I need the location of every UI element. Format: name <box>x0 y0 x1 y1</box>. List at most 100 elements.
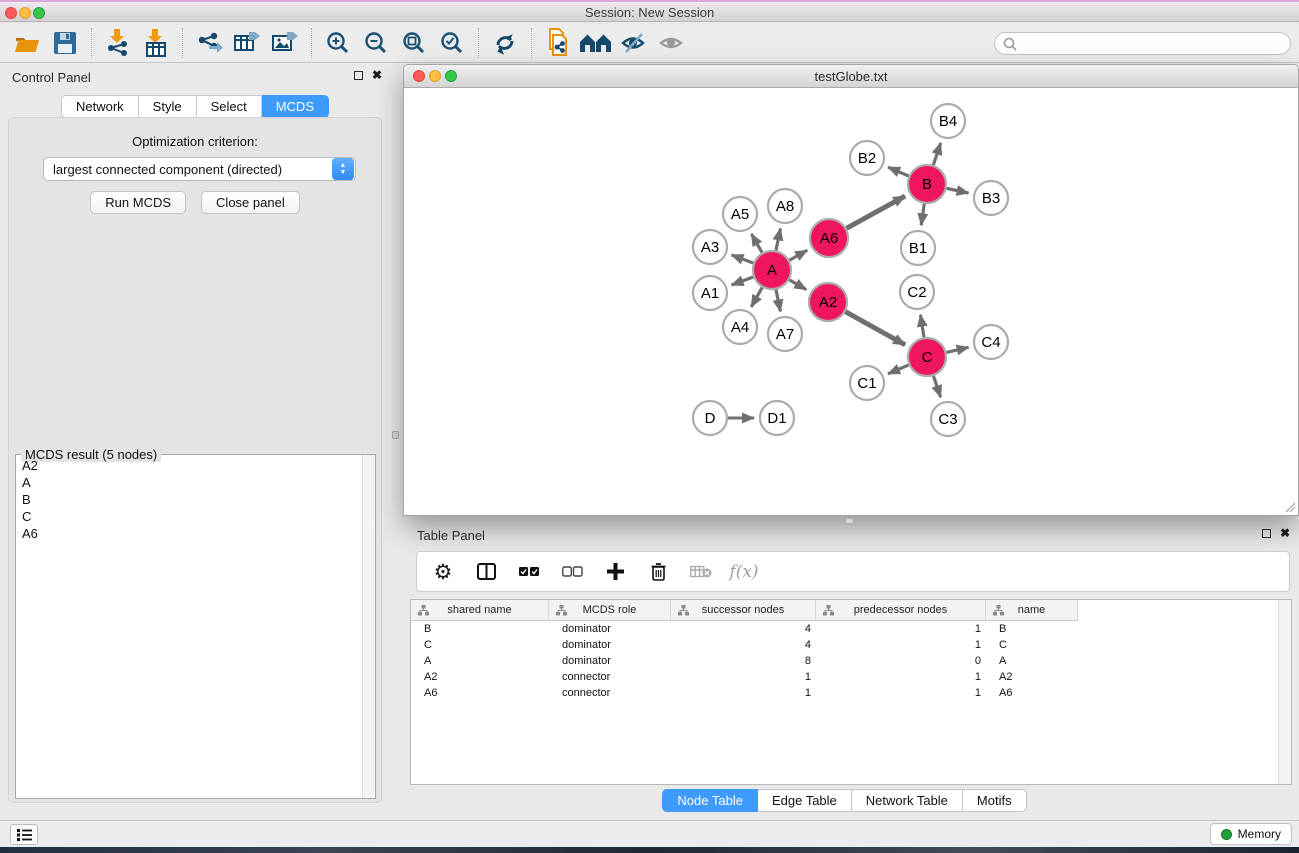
unselect-all-button[interactable] <box>560 560 584 584</box>
export-image-button[interactable] <box>266 26 304 60</box>
criterion-select[interactable]: largest connected component (directed) ▲… <box>43 157 356 181</box>
cell-successor-nodes[interactable]: 4 <box>671 621 816 637</box>
mcds-result-item[interactable]: B <box>16 491 362 508</box>
search-field[interactable] <box>994 32 1291 55</box>
table-row[interactable]: Cdominator41C <box>411 637 1291 653</box>
import-table-button[interactable] <box>137 26 175 60</box>
cell-successor-nodes[interactable]: 4 <box>671 637 816 653</box>
tab-network[interactable]: Network <box>61 95 139 118</box>
cell-predecessor-nodes[interactable]: 1 <box>816 669 986 685</box>
edge-A-A5[interactable] <box>751 234 762 253</box>
cell-name[interactable]: A2 <box>986 669 1078 685</box>
mcds-result-item[interactable]: A6 <box>16 525 362 542</box>
table-row[interactable]: Bdominator41B <box>411 621 1291 637</box>
mcds-result-item[interactable]: A <box>16 474 362 491</box>
home-button[interactable] <box>577 26 615 60</box>
cell-name[interactable]: B <box>986 621 1078 637</box>
task-history-button[interactable] <box>10 824 38 845</box>
cell-successor-nodes[interactable]: 1 <box>671 669 816 685</box>
cell-shared-name[interactable]: C <box>411 637 549 653</box>
edge-B-B2[interactable] <box>888 167 909 176</box>
edge-A-A8[interactable] <box>776 229 780 251</box>
show-all-button[interactable] <box>653 26 691 60</box>
table-row[interactable]: A2connector11A2 <box>411 669 1291 685</box>
cell-predecessor-nodes[interactable]: 0 <box>816 653 986 669</box>
vertical-splitter-grip[interactable] <box>392 431 399 439</box>
edge-C-C1[interactable] <box>888 365 909 374</box>
mcds-result-item[interactable]: A2 <box>16 457 362 474</box>
open-session-button[interactable] <box>8 26 46 60</box>
edge-A-A7[interactable] <box>776 290 780 312</box>
tab-node-table[interactable]: Node Table <box>662 789 758 812</box>
mcds-result-item[interactable]: C <box>16 508 362 525</box>
edge-C-C3[interactable] <box>933 376 940 397</box>
delete-column-button[interactable] <box>646 560 670 584</box>
window-resize-grip[interactable] <box>1284 501 1296 513</box>
export-network-button[interactable] <box>190 26 228 60</box>
edge-B-B4[interactable] <box>933 143 940 165</box>
cell-predecessor-nodes[interactable]: 1 <box>816 621 986 637</box>
tab-edge-table[interactable]: Edge Table <box>758 789 852 812</box>
cell-name[interactable]: A6 <box>986 685 1078 701</box>
edge-A-A4[interactable] <box>751 287 762 307</box>
run-mcds-button[interactable]: Run MCDS <box>90 191 186 214</box>
edge-B-B1[interactable] <box>921 204 924 225</box>
tab-motifs[interactable]: Motifs <box>963 789 1027 812</box>
cell-mcds-role[interactable]: dominator <box>549 653 671 669</box>
cell-mcds-role[interactable]: connector <box>549 669 671 685</box>
cell-mcds-role[interactable]: dominator <box>549 621 671 637</box>
cell-shared-name[interactable]: A2 <box>411 669 549 685</box>
tab-style[interactable]: Style <box>139 95 197 118</box>
close-table-panel-icon[interactable]: ✖ <box>1280 528 1290 538</box>
tab-network-table[interactable]: Network Table <box>852 789 963 812</box>
clone-network-button[interactable] <box>539 26 577 60</box>
table-settings-button[interactable]: ⚙ <box>431 560 455 584</box>
select-all-button[interactable] <box>517 560 541 584</box>
export-table-button[interactable] <box>228 26 266 60</box>
edge-A-A3[interactable] <box>732 255 754 263</box>
column-header-predecessor-nodes[interactable]: predecessor nodes <box>816 600 986 621</box>
edge-C-C4[interactable] <box>946 347 968 352</box>
delete-table-button[interactable] <box>689 560 713 584</box>
apply-layout-button[interactable] <box>486 26 524 60</box>
show-columns-button[interactable] <box>474 560 498 584</box>
search-input[interactable] <box>1022 37 1282 51</box>
edge-B-B3[interactable] <box>947 188 969 193</box>
mcds-list-scrollbar[interactable] <box>362 455 375 798</box>
float-table-panel-icon[interactable] <box>1262 529 1271 538</box>
function-builder-button[interactable]: f(x) <box>732 560 756 584</box>
hide-selected-button[interactable] <box>615 26 653 60</box>
edge-A-A1[interactable] <box>732 277 754 285</box>
edge-A-A6[interactable] <box>789 250 807 260</box>
import-network-button[interactable] <box>99 26 137 60</box>
close-panel-button[interactable]: Close panel <box>201 191 300 214</box>
table-row[interactable]: Adominator80A <box>411 653 1291 669</box>
cell-successor-nodes[interactable]: 8 <box>671 653 816 669</box>
mcds-result-list[interactable]: A2ABCA6 <box>16 457 362 798</box>
column-header-successor-nodes[interactable]: successor nodes <box>671 600 816 621</box>
network-window-titlebar[interactable]: testGlobe.txt <box>404 65 1298 88</box>
column-header-shared-name[interactable]: shared name <box>411 600 549 621</box>
table-row[interactable]: A6connector11A6 <box>411 685 1291 701</box>
cell-predecessor-nodes[interactable]: 1 <box>816 685 986 701</box>
edge-A-A2[interactable] <box>789 280 806 290</box>
zoom-in-button[interactable] <box>319 26 357 60</box>
cell-successor-nodes[interactable]: 1 <box>671 685 816 701</box>
float-panel-icon[interactable] <box>354 71 363 80</box>
edge-A2-C[interactable] <box>845 312 905 345</box>
save-session-button[interactable] <box>46 26 84 60</box>
cell-shared-name[interactable]: A <box>411 653 549 669</box>
column-header-name[interactable]: name <box>986 600 1078 621</box>
edge-A6-B[interactable] <box>847 196 906 228</box>
zoom-selected-button[interactable] <box>433 26 471 60</box>
horizontal-splitter-grip[interactable] <box>845 518 854 524</box>
cell-name[interactable]: A <box>986 653 1078 669</box>
column-header-mcds-role[interactable]: MCDS role <box>549 600 671 621</box>
cell-name[interactable]: C <box>986 637 1078 653</box>
cell-shared-name[interactable]: B <box>411 621 549 637</box>
network-canvas[interactable]: AA1A3A5A8A4A7A6A2BB1B2B3B4CC1C2C3C4DD1 <box>404 88 1298 515</box>
zoom-fit-button[interactable] <box>395 26 433 60</box>
close-panel-icon[interactable]: ✖ <box>372 70 382 80</box>
cell-mcds-role[interactable]: dominator <box>549 637 671 653</box>
add-column-button[interactable] <box>603 560 627 584</box>
